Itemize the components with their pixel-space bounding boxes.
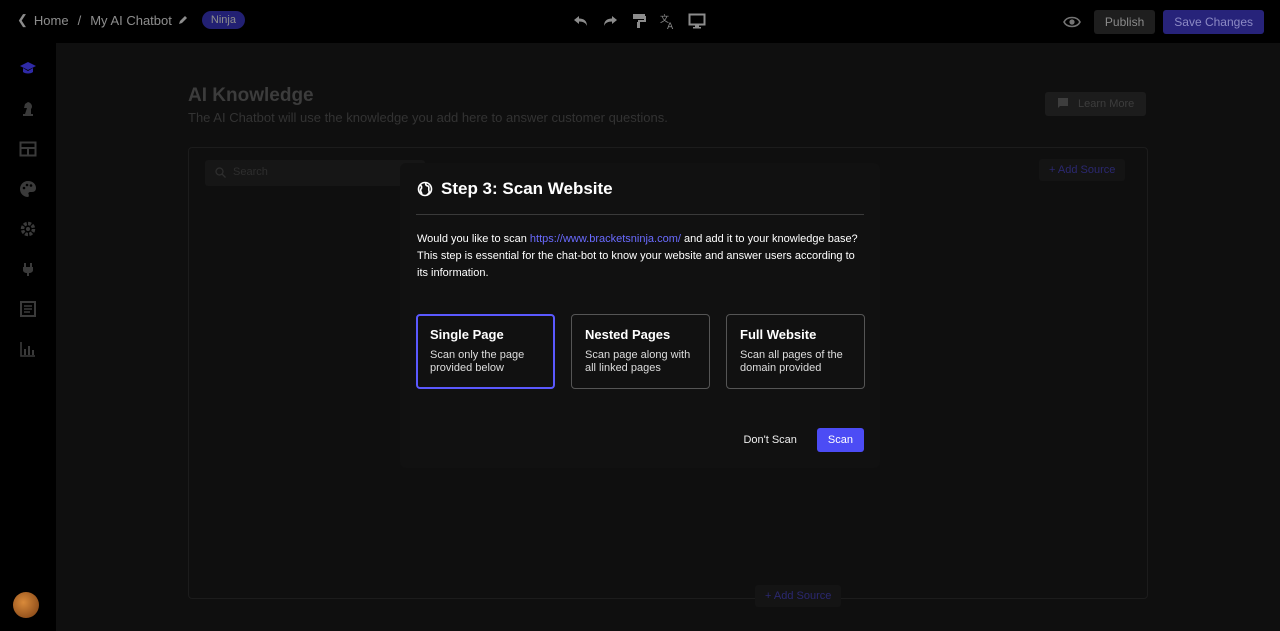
page-subtitle: The AI Chatbot will use the knowledge yo… (188, 110, 668, 125)
explanation-text: This step is essential for the chat-bot … (417, 250, 855, 279)
scan-options: Single Page Scan only the page provided … (416, 314, 865, 389)
home-link[interactable]: Home (34, 13, 69, 28)
intro-text: Would you like to scan (417, 233, 530, 245)
svg-text:A: A (667, 22, 674, 30)
editor-toolbar: 文A (572, 12, 706, 30)
option-description: Scan page along with all linked pages (585, 349, 691, 374)
dialog-title: Step 3: Scan Website (441, 179, 613, 198)
option-nested-pages[interactable]: Nested Pages Scan page along with all li… (571, 314, 710, 389)
publish-button[interactable]: Publish (1093, 10, 1156, 34)
monitor-icon[interactable] (688, 12, 706, 30)
palette-icon[interactable] (19, 180, 37, 198)
globe-icon (417, 181, 433, 197)
format-paint-icon[interactable] (630, 12, 648, 30)
divider (416, 214, 864, 215)
eye-icon[interactable] (1063, 13, 1081, 31)
sidebar (0, 43, 56, 631)
option-description: Scan only the page provided below (430, 349, 525, 374)
plan-badge: Ninja (201, 11, 245, 29)
breadcrumb-separator: / (77, 12, 82, 28)
top-actions: Publish Save Changes (1063, 10, 1264, 34)
add-source-empty-button[interactable]: + Add Source (755, 585, 842, 607)
search-icon (215, 167, 226, 178)
add-source-label: Add Source (1057, 164, 1116, 176)
top-bar: ❮ Home / My AI Chatbot Ninja 文A Publish … (0, 0, 1280, 43)
dialog-footer: Don't Scan Scan (743, 428, 864, 452)
redo-icon[interactable] (601, 12, 619, 30)
add-source-button[interactable]: + Add Source (1039, 159, 1126, 181)
scan-button[interactable]: Scan (816, 428, 864, 452)
add-source-label: Add Source (773, 590, 832, 602)
translate-icon[interactable]: 文A (659, 12, 677, 30)
plus-icon: + (765, 590, 772, 602)
option-description: Scan all pages of the domain provided (740, 349, 843, 374)
option-title: Single Page (430, 327, 504, 342)
undo-icon[interactable] (572, 12, 590, 30)
dont-scan-button[interactable]: Don't Scan (743, 434, 796, 446)
chevron-left-icon[interactable]: ❮ (17, 12, 28, 28)
website-url-link[interactable]: https://www.bracketsninja.com/ (530, 233, 681, 245)
option-full-website[interactable]: Full Website Scan all pages of the domai… (726, 314, 865, 389)
intro-text-end: and add it to your knowledge base? (680, 233, 858, 245)
avatar[interactable] (13, 592, 39, 618)
dialog-header: Step 3: Scan Website (417, 179, 613, 199)
search-placeholder: Search (233, 166, 268, 178)
option-title: Full Website (740, 327, 817, 342)
knight-icon[interactable] (19, 100, 37, 118)
learn-more-button[interactable]: Learn More (1045, 92, 1147, 116)
bar-chart-icon[interactable] (19, 340, 37, 358)
breadcrumb: ❮ Home / My AI Chatbot Ninja (17, 11, 245, 29)
table-icon[interactable] (19, 140, 37, 158)
gear-icon[interactable] (19, 220, 37, 238)
graduation-cap-icon[interactable] (19, 60, 37, 78)
plus-icon: + (1049, 164, 1056, 176)
feedback-icon (1058, 98, 1068, 108)
save-changes-button[interactable]: Save Changes (1163, 10, 1264, 34)
project-name[interactable]: My AI Chatbot (90, 13, 172, 28)
learn-more-label: Learn More (1078, 98, 1135, 110)
search-input[interactable]: Search (205, 160, 425, 186)
plug-icon[interactable] (19, 260, 37, 278)
pencil-icon[interactable] (178, 15, 188, 25)
page-title: AI Knowledge (188, 85, 314, 106)
document-icon[interactable] (19, 300, 37, 318)
option-single-page[interactable]: Single Page Scan only the page provided … (416, 314, 555, 389)
option-title: Nested Pages (585, 327, 671, 342)
scan-website-dialog: Step 3: Scan Website Would you like to s… (400, 163, 880, 468)
dialog-message: Would you like to scan https://www.brack… (417, 231, 867, 282)
